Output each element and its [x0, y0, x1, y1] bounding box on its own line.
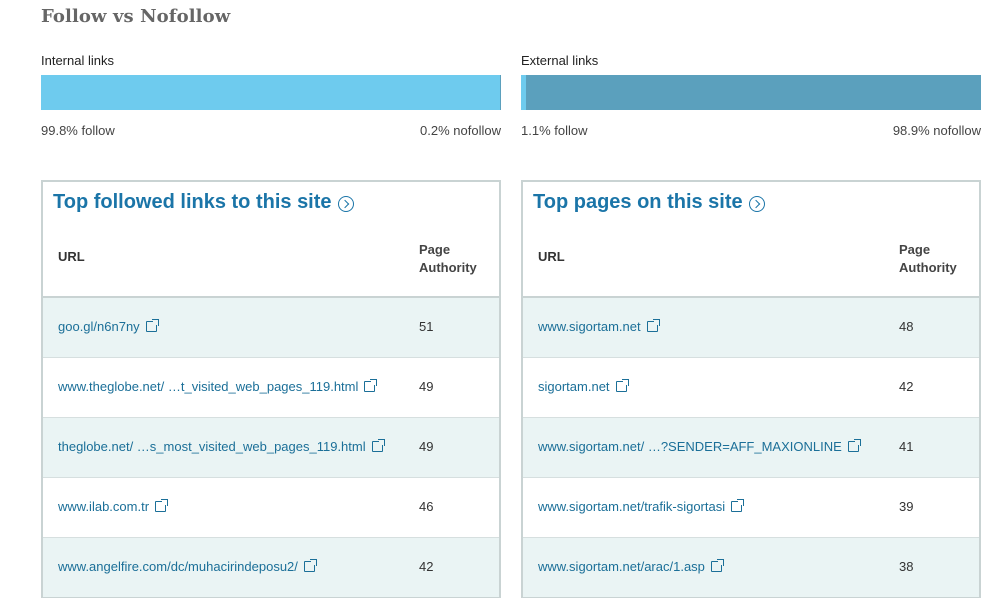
table-body: goo.gl/n6n7ny 51 www.theglobe.net/ …t_visi…: [43, 298, 499, 597]
url-link-text[interactable]: www.ilab.com.tr: [58, 499, 149, 514]
table-row: www.sigortam.net/arac/1.asp 38: [523, 538, 979, 597]
top-pages-panel: Top pages on this site URL Page Authorit…: [521, 180, 981, 598]
panel-title-text[interactable]: Top pages on this site: [533, 191, 743, 214]
circle-chevron-right-icon[interactable]: [337, 195, 354, 212]
external-link-icon[interactable]: [847, 439, 861, 452]
url-link-text[interactable]: theglobe.net/ …s_most_visited_web_pages_…: [58, 439, 366, 454]
page-authority-value: 46: [419, 499, 434, 514]
table-header: URL Page Authority: [43, 230, 499, 298]
page-authority-value: 42: [419, 559, 434, 574]
page-authority-value: 42: [899, 379, 914, 394]
url-link[interactable]: www.sigortam.net/trafik-sigortasi: [538, 499, 745, 514]
page-authority-value: 48: [899, 319, 914, 334]
page-authority-value: 49: [419, 439, 434, 454]
external-link-icon[interactable]: [371, 439, 385, 452]
external-nofollow-segment: [526, 75, 981, 110]
column-header-url: URL: [538, 249, 565, 264]
page-authority-value: 38: [899, 559, 914, 574]
table-row: www.theglobe.net/ …t_visited_web_pages_1…: [43, 358, 499, 418]
page-authority-value: 49: [419, 379, 434, 394]
external-link-icon[interactable]: [731, 499, 745, 512]
url-link-text[interactable]: www.angelfire.com/dc/muhacirindeposu2/: [58, 559, 298, 574]
internal-links-label: Internal links: [41, 53, 114, 68]
top-pages-title[interactable]: Top pages on this site: [533, 191, 765, 214]
url-link-text[interactable]: www.sigortam.net/trafik-sigortasi: [538, 499, 725, 514]
table-row: www.sigortam.net/ …?SENDER=AFF_MAXIONLIN…: [523, 418, 979, 478]
external-link-icon[interactable]: [646, 319, 660, 332]
page-authority-value: 41: [899, 439, 914, 454]
external-link-icon[interactable]: [145, 319, 159, 332]
url-link-text[interactable]: sigortam.net: [538, 379, 610, 394]
url-link[interactable]: www.ilab.com.tr: [58, 499, 169, 514]
table-body: www.sigortam.net 48 sigortam.net 42 www.sigo…: [523, 298, 979, 597]
url-link[interactable]: goo.gl/n6n7ny: [58, 319, 159, 334]
url-link[interactable]: www.sigortam.net/arac/1.asp: [538, 559, 724, 574]
column-header-url: URL: [58, 249, 85, 264]
external-links-bar: [521, 75, 981, 110]
url-link-text[interactable]: goo.gl/n6n7ny: [58, 319, 140, 334]
url-link[interactable]: www.angelfire.com/dc/muhacirindeposu2/: [58, 559, 317, 574]
url-link[interactable]: theglobe.net/ …s_most_visited_web_pages_…: [58, 439, 385, 454]
external-link-icon[interactable]: [710, 559, 724, 572]
external-links-legend: 1.1% follow 98.9% nofollow: [521, 122, 981, 140]
external-link-icon[interactable]: [155, 499, 169, 512]
internal-nofollow-segment: [500, 75, 501, 110]
table-row: www.angelfire.com/dc/muhacirindeposu2/42: [43, 538, 499, 597]
external-link-icon[interactable]: [303, 559, 317, 572]
external-links-label: External links: [521, 53, 599, 68]
url-link-text[interactable]: www.sigortam.net/ …?SENDER=AFF_MAXIONLIN…: [538, 439, 842, 454]
internal-links-legend: 99.8% follow 0.2% nofollow: [41, 122, 501, 140]
internal-follow-label: 99.8% follow: [41, 123, 115, 138]
internal-links-bar: [41, 75, 501, 110]
url-link-text[interactable]: www.sigortam.net: [538, 319, 641, 334]
internal-follow-segment: [41, 75, 501, 110]
table-row: goo.gl/n6n7ny 51: [43, 298, 499, 358]
external-nofollow-label: 98.9% nofollow: [892, 123, 981, 138]
table-row: theglobe.net/ …s_most_visited_web_pages_…: [43, 418, 499, 478]
external-link-icon[interactable]: [615, 379, 629, 392]
url-link[interactable]: www.theglobe.net/ …t_visited_web_pages_1…: [58, 379, 378, 394]
top-followed-links-title[interactable]: Top followed links to this site: [53, 191, 354, 214]
url-link-text[interactable]: www.theglobe.net/ …t_visited_web_pages_1…: [58, 379, 358, 394]
top-followed-links-panel: Top followed links to this site URL Page…: [41, 180, 501, 598]
external-follow-label: 1.1% follow: [521, 123, 588, 138]
page-authority-value: 51: [419, 319, 434, 334]
url-link-text[interactable]: www.sigortam.net/arac/1.asp: [538, 559, 705, 574]
internal-links-block: Internal links 99.8% follow 0.2% nofollo…: [41, 52, 501, 140]
table-header: URL Page Authority: [523, 230, 979, 298]
table-row: www.ilab.com.tr 46: [43, 478, 499, 538]
column-header-page-authority: Page Authority: [419, 242, 477, 275]
page-authority-value: 39: [899, 499, 914, 514]
external-link-icon[interactable]: [364, 379, 378, 392]
url-link[interactable]: www.sigortam.net: [538, 319, 660, 334]
table-row: sigortam.net 42: [523, 358, 979, 418]
table-row: www.sigortam.net/trafik-sigortasi 39: [523, 478, 979, 538]
section-title: Follow vs Nofollow: [41, 6, 231, 27]
column-header-page-authority: Page Authority: [899, 242, 957, 275]
external-links-block: External links 1.1% follow 98.9% nofollo…: [521, 52, 981, 140]
internal-nofollow-label: 0.2% nofollow: [420, 123, 501, 138]
table-row: www.sigortam.net 48: [523, 298, 979, 358]
url-link[interactable]: sigortam.net: [538, 379, 629, 394]
url-link[interactable]: www.sigortam.net/ …?SENDER=AFF_MAXIONLIN…: [538, 439, 861, 454]
panel-title-text[interactable]: Top followed links to this site: [53, 191, 332, 214]
circle-chevron-right-icon[interactable]: [748, 195, 765, 212]
